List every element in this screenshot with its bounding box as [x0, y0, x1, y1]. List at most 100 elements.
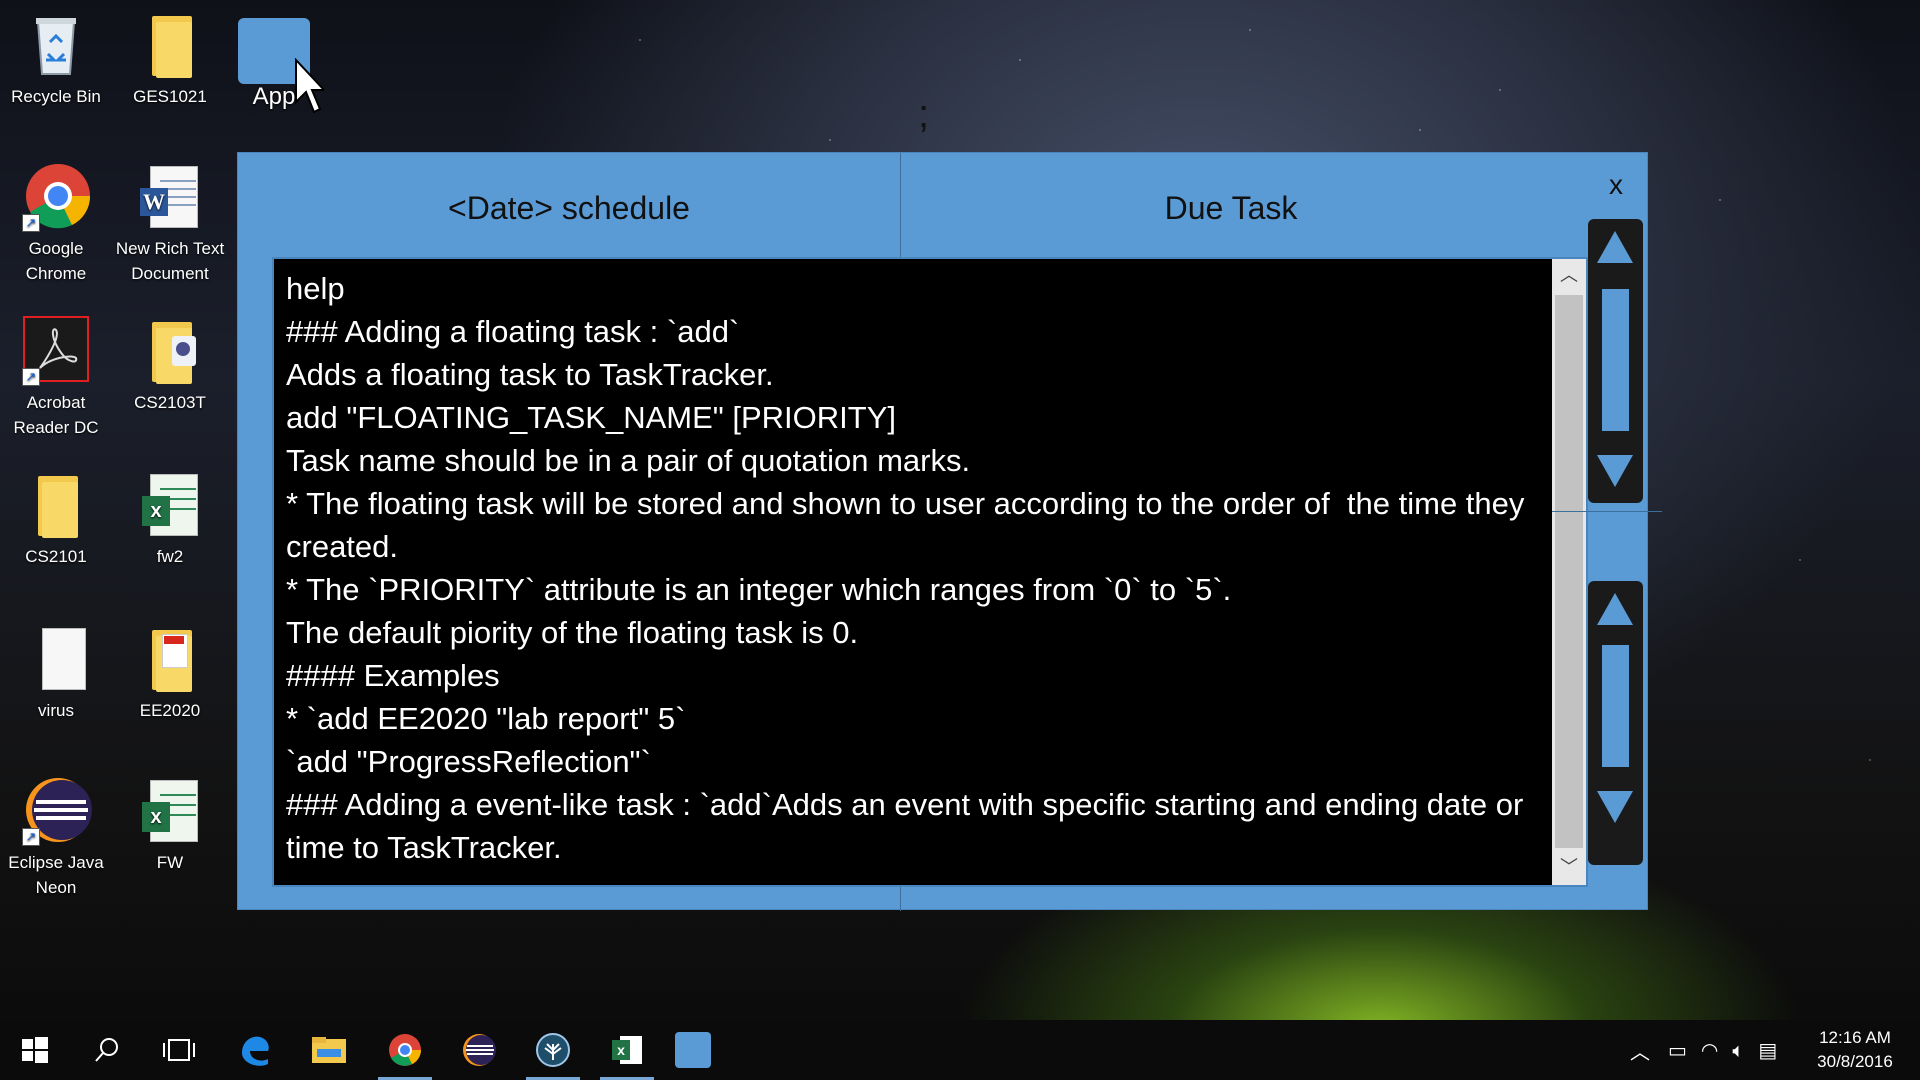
console-line: * The floating task will be stored and s… — [286, 486, 1534, 564]
shortcut-arrow-icon: ↗ — [22, 368, 40, 386]
desktop-icon-label: CS2103T — [134, 393, 206, 412]
desktop-icon-label: GES1021 — [133, 87, 207, 106]
taskbar-tree-app[interactable] — [522, 1020, 584, 1080]
taskbar-file-explorer[interactable] — [298, 1020, 360, 1080]
date-schedule-title: <Date> schedule — [448, 190, 690, 226]
desktop-icon-virus[interactable]: virus — [1, 622, 111, 723]
desktop-icon-label: CS2101 — [25, 547, 87, 566]
folder-icon — [20, 468, 92, 540]
start-button[interactable] — [4, 1020, 66, 1080]
svg-text:x: x — [617, 1042, 625, 1058]
console-line: ### Adding a floating task : `add` — [286, 314, 740, 349]
desktop-icon-cs2103t[interactable]: CS2103T — [115, 314, 225, 415]
file-explorer-icon — [312, 1037, 346, 1063]
desktop-icon-fw[interactable]: x FW — [115, 774, 225, 875]
folder-icon — [134, 8, 206, 80]
desktop-icon-google-chrome[interactable]: ↗ Google Chrome — [1, 160, 111, 286]
due-task-title: Due Task — [1164, 190, 1298, 226]
edge-icon — [242, 1036, 269, 1066]
recycle-bin-icon — [20, 8, 92, 80]
console-line: `add "ProgressReflection"` — [286, 744, 651, 779]
battery-icon[interactable]: ▭ — [1668, 1038, 1687, 1062]
task-view-icon — [163, 1039, 195, 1061]
clock-date: 30/8/2016 — [1817, 1052, 1893, 1071]
triangle-down-icon[interactable] — [1597, 791, 1633, 823]
taskbar-chrome[interactable] — [374, 1020, 436, 1080]
eclipse-icon — [463, 1034, 496, 1066]
shortcut-arrow-icon: ↗ — [22, 828, 40, 846]
word-document-icon: W — [134, 160, 206, 232]
console-line: add "FLOATING_TASK_NAME" [PRIORITY] — [286, 400, 897, 435]
tree-icon — [536, 1033, 570, 1067]
taskbar-eclipse[interactable] — [448, 1020, 510, 1080]
console-line: * `add EE2020 "lab report" 5` — [286, 701, 686, 736]
triangle-down-icon[interactable] — [1597, 455, 1633, 487]
desktop-icon-label: New Rich Text Document — [115, 239, 225, 283]
desktop-icon-label: FW — [156, 853, 184, 872]
desktop-icon-label: fw2 — [156, 547, 184, 566]
footer-divider — [900, 886, 901, 911]
folder-icon — [134, 314, 206, 386]
search-icon — [95, 1038, 118, 1062]
desktop-icon-fw2[interactable]: x fw2 — [115, 468, 225, 569]
console-scrollbar[interactable]: ︿ ﹀ — [1552, 259, 1586, 885]
desktop-icon-eclipse-java-neon[interactable]: ↗ Eclipse Java Neon — [1, 774, 111, 900]
console-output-text: help ### Adding a floating task : `add` Ad… — [286, 267, 1546, 869]
shortcut-arrow-icon: ↗ — [22, 214, 40, 232]
scroll-up-arrow-icon[interactable]: ︿ — [1552, 259, 1586, 293]
taskbar: x ︿ ▭ ◠ 🔈︎ ▤ 12:16 AM 30/8/2016 — [0, 1020, 1920, 1080]
scroll-down-arrow-icon[interactable]: ﹀ — [1552, 851, 1586, 885]
taskbar-app[interactable] — [662, 1020, 724, 1080]
app-icon — [675, 1032, 711, 1068]
console-line: The default piority of the floating task… — [286, 615, 859, 650]
command-output-console[interactable]: help ### Adding a floating task : `add` Ad… — [272, 257, 1588, 887]
desktop-icon-ges1021[interactable]: GES1021 — [115, 8, 225, 109]
desktop-icon-cs2101[interactable]: CS2101 — [1, 468, 111, 569]
desktop-icon-label: Recycle Bin — [11, 87, 101, 106]
desktop-icon-new-rich-text-document[interactable]: W New Rich Text Document — [115, 160, 225, 286]
desktop-icon-ee2020[interactable]: EE2020 — [115, 622, 225, 723]
desktop-icon-label: EE2020 — [139, 701, 201, 720]
taskbar-excel[interactable]: x — [596, 1020, 658, 1080]
scroller-track[interactable] — [1602, 645, 1629, 767]
chrome-icon: ↗ — [20, 160, 92, 232]
mouse-cursor-icon — [294, 57, 327, 120]
desktop-icon-label: Acrobat Reader DC — [13, 393, 99, 437]
console-line: help — [286, 271, 345, 306]
pdf-folder-icon — [134, 622, 206, 694]
excel-document-icon: x — [134, 774, 206, 846]
desktop-icon-label: Google Chrome — [25, 239, 87, 283]
close-button[interactable]: x — [1600, 169, 1632, 201]
search-button[interactable] — [76, 1020, 138, 1080]
triangle-up-icon[interactable] — [1597, 231, 1633, 263]
excel-document-icon: x — [134, 468, 206, 540]
console-line: ### Adding a event-like task : `add`Adds… — [286, 787, 1532, 865]
windows-logo-icon — [22, 1037, 48, 1063]
scroller-track[interactable] — [1602, 289, 1629, 431]
volume-icon[interactable]: 🔈︎ — [1732, 1038, 1744, 1062]
task-view-button[interactable] — [148, 1020, 210, 1080]
desktop-icon-recycle-bin[interactable]: Recycle Bin — [1, 8, 111, 109]
lower-panel-scroller[interactable] — [1588, 581, 1643, 865]
eclipse-icon: ↗ — [20, 774, 92, 846]
wifi-icon[interactable]: ◠ — [1701, 1038, 1718, 1062]
text-file-icon — [20, 622, 92, 694]
chrome-icon — [389, 1034, 421, 1066]
side-panel-divider — [1552, 511, 1662, 512]
show-hidden-icons-chevron-icon[interactable]: ︿ — [1630, 1036, 1650, 1065]
taskbar-edge[interactable] — [224, 1020, 286, 1080]
console-line: * The `PRIORITY` attribute is an integer… — [286, 572, 1232, 607]
desktop-icon-label: virus — [38, 701, 74, 720]
scrollbar-thumb[interactable] — [1555, 295, 1583, 848]
upper-panel-scroller[interactable] — [1588, 219, 1643, 503]
system-tray: ︿ ▭ ◠ 🔈︎ ▤ — [1630, 1020, 1777, 1080]
taskbar-clock[interactable]: 12:16 AM 30/8/2016 — [1800, 1026, 1910, 1074]
console-line: Task name should be in a pair of quotati… — [286, 443, 971, 478]
console-line: Adds a floating task to TaskTracker. — [286, 357, 774, 392]
triangle-up-icon[interactable] — [1597, 593, 1633, 625]
action-center-icon[interactable]: ▤ — [1758, 1038, 1777, 1062]
app-window: <Date> schedule Due Task x help ### Addin… — [237, 152, 1662, 911]
clock-time: 12:16 AM — [1819, 1028, 1891, 1047]
desktop-icon-acrobat-reader-dc[interactable]: ↗ Acrobat Reader DC — [1, 314, 111, 440]
stray-text: ; — [918, 92, 930, 136]
